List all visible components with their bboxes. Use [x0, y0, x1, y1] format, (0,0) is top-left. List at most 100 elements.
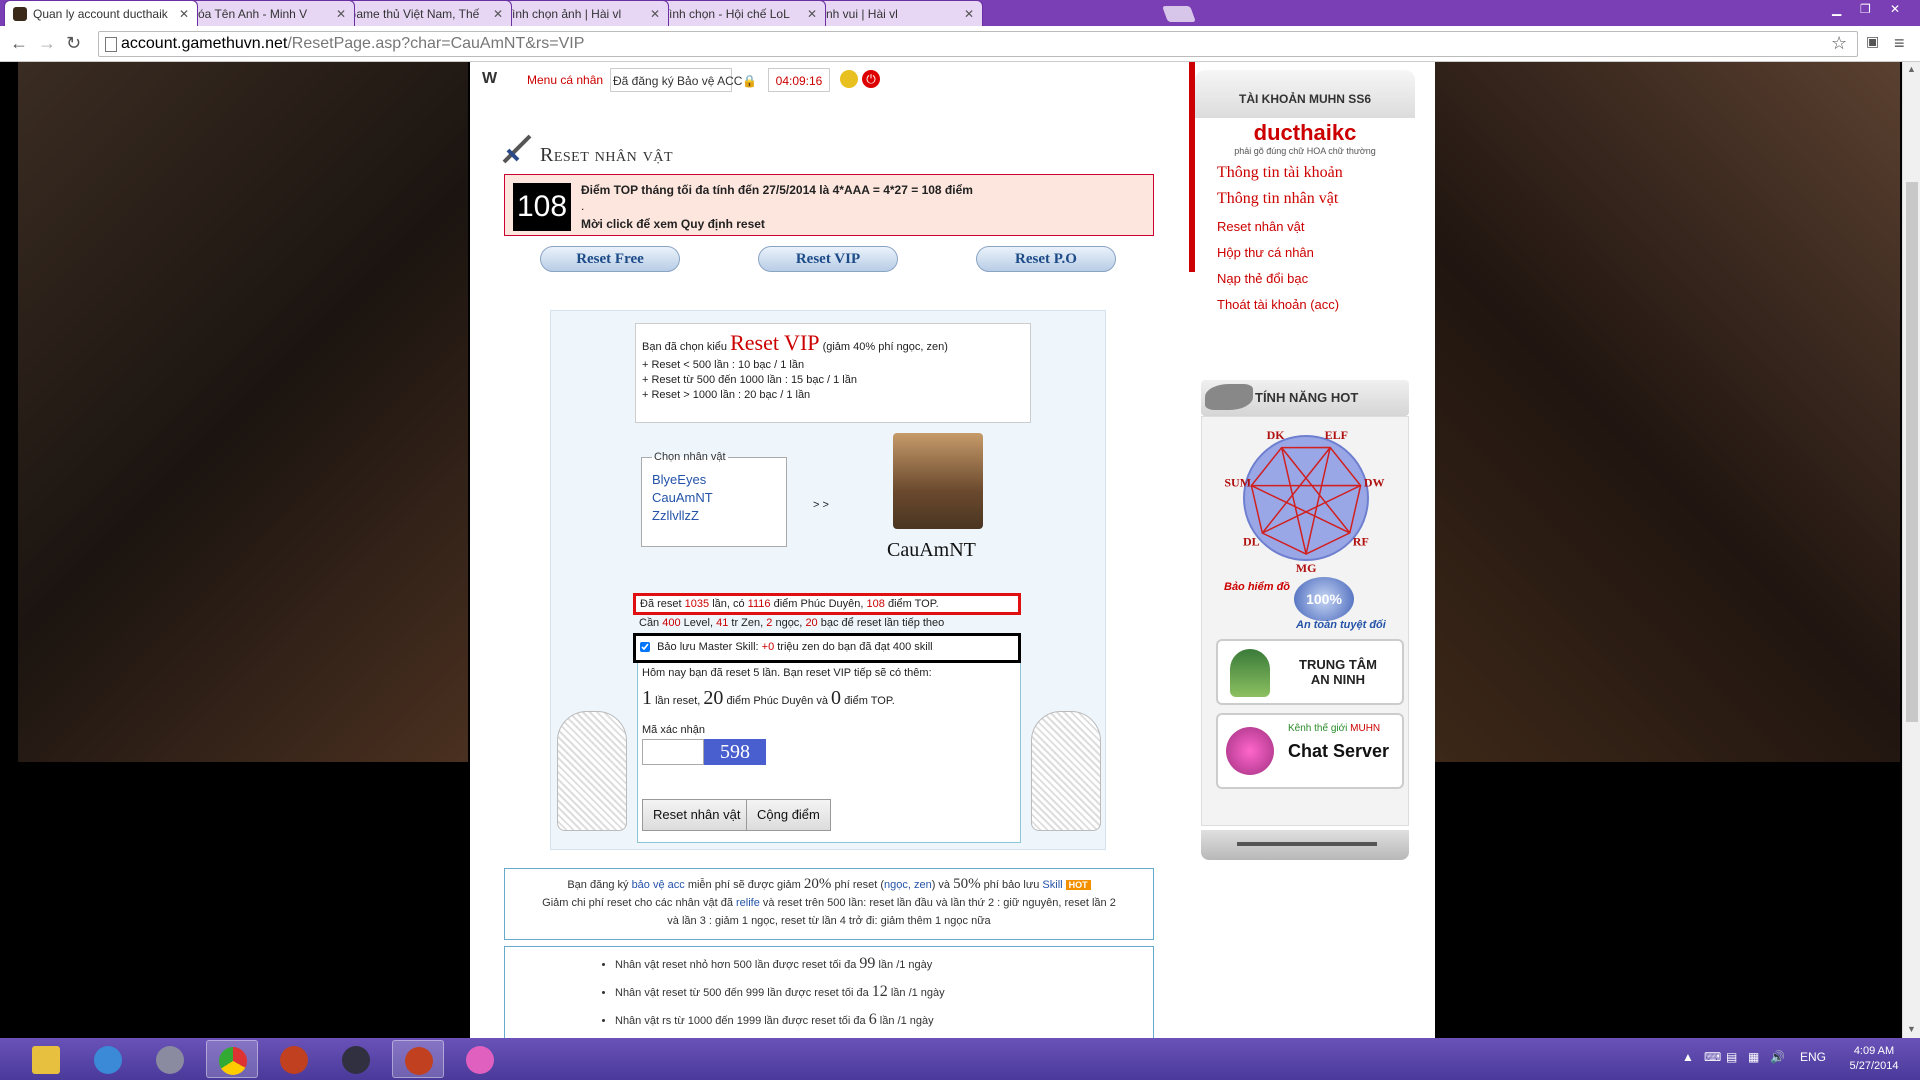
tab-close-icon[interactable]: ✕ [650, 7, 660, 21]
today-bonus: 1 lần reset, 20 điểm Phúc Duyên và 0 điể… [642, 687, 1016, 710]
account-protection-status: Đã đăng ký Bảo vệ ACC🔒 [610, 68, 757, 92]
taskbar-mu[interactable] [330, 1040, 382, 1078]
req-text: Cần [639, 617, 660, 629]
character-link-zzllvllzz[interactable]: ZzllvllzZ [652, 508, 776, 523]
scroll-up-icon[interactable]: ▲ [1907, 64, 1916, 74]
chat-server-button[interactable]: Kênh thế giới MUHN Chat Server [1216, 713, 1404, 789]
background-art-right [1420, 62, 1900, 762]
tab-close-icon[interactable]: ✕ [807, 7, 817, 21]
app-icon [156, 1046, 184, 1074]
insurance-title: Bảo hiểm đồ [1224, 581, 1291, 593]
taskbar-chrome[interactable] [206, 1040, 258, 1078]
rule-text: Nhân vật rs từ 1000 đến 1999 lần được re… [615, 1015, 866, 1027]
phuc-duyen-points: 1116 [747, 598, 771, 610]
today-reset-box: Hôm nay bạn đã reset 5 lần. Bạn reset VI… [637, 663, 1021, 843]
address-bar[interactable]: account.gamethuvn.net/ResetPage.asp?char… [98, 31, 1858, 57]
account-protection-link[interactable]: bảo vệ acc [632, 879, 685, 891]
tab-close-icon[interactable]: ✕ [493, 7, 503, 21]
class-label: ELF [1325, 428, 1348, 442]
tray-volume-icon[interactable]: 🔊 [1770, 1050, 1785, 1064]
minimize-icon[interactable]: ▁ [1832, 2, 1841, 16]
tab-close-icon[interactable]: ✕ [336, 7, 346, 21]
site-logo[interactable]: W [482, 70, 497, 88]
insurance-slogan: An toàn tuyệt đối [1296, 619, 1386, 631]
browser-tab[interactable]: Quan ly account ducthaik ✕ [4, 0, 198, 26]
scroll-down-icon[interactable]: ▼ [1907, 1024, 1916, 1034]
reset-rule: + Reset từ 500 đến 1000 lần : 15 bạc / 1… [642, 374, 857, 386]
hot-features-body: DK ELF DW RF MG DL SUM Bảo hiểm đồ 100% An toà… [1201, 416, 1409, 826]
reset-vip-button[interactable]: Reset VIP [758, 246, 898, 272]
sidebar-item-logout[interactable]: Thoát tài khoản (acc) [1217, 297, 1415, 312]
chat-channel-brand: MUHN [1350, 723, 1381, 734]
new-tab-button[interactable] [1162, 6, 1196, 22]
tray-network-icon[interactable]: ▦ [1748, 1050, 1759, 1064]
scrollbar-thumb[interactable] [1906, 182, 1918, 722]
reset-count: 1035 [684, 598, 710, 610]
browser-toolbar: ← → ↻ account.gamethuvn.net/ResetPage.as… [0, 26, 1920, 62]
bonus-phuc-duyen: 20 [703, 687, 724, 709]
sidebar-item-character-info[interactable]: Thông tin nhân vật [1217, 190, 1415, 208]
chat-channel-label: Kênh thế giới MUHN [1288, 723, 1380, 734]
chat-channel-text: Kênh thế giới [1288, 723, 1348, 734]
reset-free-button[interactable]: Reset Free [540, 246, 680, 272]
captcha-input[interactable] [642, 739, 704, 765]
item-insurance-banner[interactable]: Bảo hiểm đồ 100% An toàn tuyệt đối [1214, 575, 1404, 635]
page-title: Reset nhân vật [540, 144, 673, 166]
tray-device-icon[interactable]: ▤ [1726, 1050, 1737, 1064]
character-link-cauamnt[interactable]: CauAmNT [652, 490, 776, 505]
taskbar-app[interactable] [144, 1040, 196, 1078]
tab-close-icon[interactable]: ✕ [964, 7, 974, 21]
tray-language[interactable]: ENG [1800, 1050, 1826, 1064]
promo-text: Giảm chi phí reset cho các nhân vật đã [542, 897, 733, 909]
character-link-blyeeyes[interactable]: BlyeEyes [652, 472, 776, 487]
sidebar-item-topup[interactable]: Nạp thẻ đổi bạc [1217, 271, 1415, 286]
promo-text: phí reset ( [834, 879, 884, 891]
tray-keyboard-icon[interactable]: ⌨ [1704, 1050, 1721, 1064]
tab-label: Game thủ Việt Nam, Thế [347, 6, 480, 21]
tray-arrow-icon[interactable]: ▲ [1682, 1050, 1694, 1064]
taskbar-time: 4:09 AM [1853, 1045, 1895, 1057]
tab-label: Xóa Tên Anh - Minh V [190, 6, 308, 21]
url-path: /ResetPage.asp?char=CauAmNT&rs=VIP [287, 35, 585, 52]
personal-menu-link[interactable]: Menu cá nhân [527, 73, 603, 87]
captcha-label: Mã xác nhận [642, 724, 705, 736]
smiley-icon[interactable] [840, 70, 858, 88]
taskbar-game-2[interactable] [392, 1040, 444, 1078]
extension-icon[interactable]: ▣ [1866, 33, 1879, 50]
bookmark-star-icon[interactable]: ☆ [1831, 33, 1847, 54]
class-relationship-chart[interactable]: DK ELF DW RF MG DL SUM [1216, 423, 1396, 573]
taskbar-explorer[interactable] [20, 1040, 72, 1078]
req-text: Level, [683, 617, 714, 629]
req-level: 400 [662, 617, 681, 629]
sidebar-item-account-info[interactable]: Thông tin tài khoản [1217, 164, 1415, 182]
forward-icon[interactable]: → [38, 33, 56, 54]
back-icon[interactable]: ← [10, 33, 28, 54]
rule-number: 99 [859, 955, 876, 972]
master-skill-checkbox[interactable] [640, 642, 650, 653]
power-icon[interactable]: ⏻ [862, 70, 880, 88]
sidebar-footer [1201, 830, 1409, 860]
close-window-icon[interactable]: ✕ [1890, 2, 1900, 16]
sidebar-item-reset[interactable]: Reset nhân vật [1217, 219, 1415, 234]
bonus-text: điểm TOP. [844, 695, 895, 707]
taskbar-ie[interactable] [82, 1040, 134, 1078]
reset-po-button[interactable]: Reset P.O [976, 246, 1116, 272]
bonus-reset-count: 1 [642, 687, 652, 709]
taskbar-chat[interactable] [454, 1040, 506, 1078]
top-points-notice[interactable]: 108 Điểm TOP tháng tối đa tính đến 27/5/… [504, 174, 1154, 236]
security-center-button[interactable]: TRUNG TÂM AN NINH [1216, 639, 1404, 705]
sidebar-item-inbox[interactable]: Hộp thư cá nhân [1217, 245, 1415, 260]
page-viewport: W Menu cá nhân Đã đăng ký Bảo vệ ACC🔒 04… [0, 62, 1920, 1038]
menu-icon[interactable]: ≡ [1894, 33, 1905, 54]
reset-character-button[interactable]: Reset nhân vật [642, 799, 752, 831]
sidebar-body: ducthaikc phải gõ đúng chữ HOA chữ thườn… [1195, 118, 1415, 318]
tab-close-icon[interactable]: ✕ [179, 7, 189, 21]
add-points-button[interactable]: Cộng điểm [746, 799, 831, 831]
page-scrollbar[interactable]: ▲ ▼ [1902, 62, 1920, 1038]
taskbar-clock[interactable]: 4:09 AM 5/27/2014 [1838, 1044, 1910, 1074]
page-icon [105, 37, 117, 52]
hot-features-title: TÍNH NĂNG HOT [1255, 390, 1359, 405]
restore-icon[interactable]: ❐ [1860, 2, 1871, 16]
reload-icon[interactable]: ↻ [66, 33, 81, 54]
taskbar-game-1[interactable] [268, 1040, 320, 1078]
